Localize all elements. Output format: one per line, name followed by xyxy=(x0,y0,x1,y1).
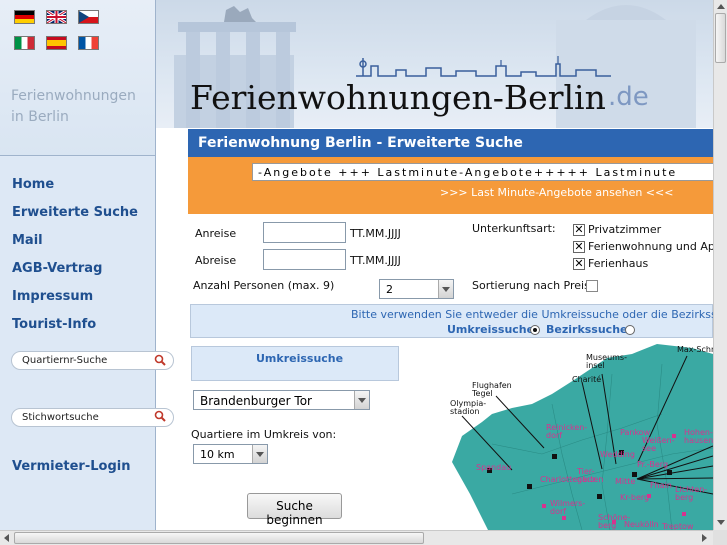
privatzimmer-label: Privatzimmer xyxy=(588,223,662,236)
page-title: Ferienwohnung Berlin - Erweiterte Suche xyxy=(188,129,713,157)
accommodation-type-label: Unterkunftsart: xyxy=(472,222,556,235)
bezirk-radio-label: Bezirkssuche xyxy=(546,323,628,336)
scroll-down-arrow-icon[interactable] xyxy=(717,520,725,525)
map-callout-max-schmeling-halle: Max-Schmeling Halle xyxy=(677,345,713,354)
ferienwohnung-label: Ferienwohnung und Apartment xyxy=(588,240,713,253)
bezirk-radio[interactable] xyxy=(625,325,635,335)
horizontal-scrollbar[interactable] xyxy=(0,530,713,545)
radius-select[interactable]: 10 km xyxy=(193,444,268,464)
nav-tourist-info[interactable]: Tourist-Info xyxy=(12,317,96,332)
arrival-format-hint: TT.MM.JJJJ xyxy=(350,227,401,240)
map-district-label: Hohen-hausen xyxy=(684,429,713,445)
departure-input[interactable] xyxy=(263,249,346,270)
umkreis-radio[interactable] xyxy=(530,325,540,335)
radius-label: Quartiere im Umkreis von: xyxy=(191,428,337,441)
header-banner: Ferienwohnungen-Berlin .de xyxy=(156,0,713,128)
site-logo-text[interactable]: Ferienwohnungen-Berlin xyxy=(190,78,606,117)
persons-value: 2 xyxy=(386,283,393,296)
map-district-label: Wedding xyxy=(600,450,635,459)
nav-home[interactable]: Home xyxy=(12,177,54,192)
arrival-label: Anreise xyxy=(195,227,237,240)
map-district-label: Spandau xyxy=(476,463,512,472)
nav-agb[interactable]: AGB-Vertrag xyxy=(12,261,102,276)
sort-by-price-checkbox[interactable] xyxy=(586,280,598,292)
nav-impressum[interactable]: Impressum xyxy=(12,289,93,304)
page: Ferienwohnungen in Berlin Home Erweitert… xyxy=(0,0,713,530)
site-logo-tld: .de xyxy=(608,82,649,112)
nav-advanced-search[interactable]: Erweiterte Suche xyxy=(12,205,138,220)
map-district-label: Mitte xyxy=(615,477,636,486)
sort-by-price-label: Sortierung nach Preis xyxy=(472,279,590,292)
map-district-label: Neukölln xyxy=(624,520,659,529)
tagline-line1: Ferienwohnungen xyxy=(11,88,136,104)
french-flag-icon[interactable] xyxy=(78,36,99,50)
lastminute-link[interactable]: >>> Last Minute-Angebote ansehen <<< xyxy=(440,186,673,199)
departure-format-hint: TT.MM.JJJJ xyxy=(350,254,401,267)
map-district-label: Treptow xyxy=(662,522,694,530)
scroll-up-arrow-icon[interactable] xyxy=(717,4,725,9)
map-district-label: Weißen-see xyxy=(642,436,675,453)
quartier-search-input[interactable]: Quartiernr-Suche xyxy=(11,351,174,370)
map-district-label: Charlottenburg xyxy=(540,475,596,484)
site-tagline: Ferienwohnungen in Berlin xyxy=(11,86,151,128)
spanish-flag-icon[interactable] xyxy=(46,36,67,50)
search-mode-panel: Bitte verwenden Sie entweder die Umkreis… xyxy=(190,304,713,338)
uk-flag-icon[interactable] xyxy=(46,10,67,24)
sidebar-nav: Home Erweiterte Suche Mail AGB-Vertrag I… xyxy=(0,157,174,530)
horizontal-scroll-thumb[interactable] xyxy=(14,532,424,544)
search-icon[interactable] xyxy=(154,354,166,366)
chevron-down-icon[interactable] xyxy=(438,280,453,298)
umkreis-radio-label: Umkreissuche xyxy=(447,323,535,336)
scroll-right-arrow-icon[interactable] xyxy=(702,534,707,542)
departure-label: Abreise xyxy=(195,254,237,267)
scrollbar-corner xyxy=(713,530,727,545)
map-district-label: Reinicken-dorf xyxy=(546,423,588,440)
vertical-scrollbar[interactable] xyxy=(713,0,727,530)
map-district-label: Wilmers-dorf xyxy=(550,499,586,516)
landmark-select[interactable]: Brandenburger Tor xyxy=(193,390,370,410)
radius-value: 10 km xyxy=(200,448,235,461)
nav-mail[interactable]: Mail xyxy=(12,233,43,248)
czech-flag-icon[interactable] xyxy=(78,10,99,24)
ferienhaus-checkbox[interactable]: ✕ xyxy=(573,258,585,270)
left-header: Ferienwohnungen in Berlin xyxy=(0,0,155,156)
nav-landlord-login[interactable]: Vermieter-Login xyxy=(12,459,130,474)
map-callout-olympiastadion: Olympia-stadion xyxy=(450,399,487,416)
map-callout-flughafen-tegel: Flughafen Tegel xyxy=(472,381,512,398)
chevron-down-icon[interactable] xyxy=(252,445,267,463)
search-submit-button[interactable]: Suche beginnen xyxy=(247,493,342,527)
left-column: Ferienwohnungen in Berlin Home Erweitert… xyxy=(0,0,174,530)
keyword-search-input[interactable]: Stichwortsuche xyxy=(11,408,174,427)
umkreis-panel: Umkreissuche xyxy=(191,346,399,381)
map-district-label: Lichten-berg xyxy=(675,485,708,502)
italian-flag-icon[interactable] xyxy=(14,36,35,50)
persons-label: Anzahl Personen (max. 9) xyxy=(193,279,335,292)
german-flag-icon[interactable] xyxy=(14,10,35,24)
map-district-label: Fhain xyxy=(650,481,672,490)
map-district-label: Pr.-Berg xyxy=(637,460,669,469)
vertical-scroll-thumb[interactable] xyxy=(715,13,726,63)
lastminute-ticker[interactable]: -Angebote +++ Lastminute-Angebote+++++ L… xyxy=(252,163,713,181)
privatzimmer-checkbox[interactable]: ✕ xyxy=(573,224,585,236)
ferienwohnung-checkbox[interactable]: ✕ xyxy=(573,241,585,253)
landmark-value: Brandenburger Tor xyxy=(200,394,312,408)
search-mode-hint: Bitte verwenden Sie entweder die Umkreis… xyxy=(351,308,713,321)
scroll-left-arrow-icon[interactable] xyxy=(4,534,9,542)
map-callout-charite: Charité xyxy=(572,375,602,384)
persons-select[interactable]: 2 xyxy=(379,279,454,299)
chevron-down-icon[interactable] xyxy=(354,391,369,409)
search-icon[interactable] xyxy=(154,410,166,422)
berlin-district-map[interactable]: Max-Schmeling Halle Museums-insel Charit… xyxy=(432,344,713,530)
offers-banner: -Angebote +++ Lastminute-Angebote+++++ L… xyxy=(188,157,713,214)
arrival-input[interactable] xyxy=(263,222,346,243)
map-district-label: Kr-berg xyxy=(620,493,650,502)
tagline-line2: in Berlin xyxy=(11,109,69,125)
map-callout-museumsinsel: Museums-insel xyxy=(586,353,627,370)
ferienhaus-label: Ferienhaus xyxy=(588,257,649,270)
umkreis-title: Umkreissuche xyxy=(256,352,344,365)
